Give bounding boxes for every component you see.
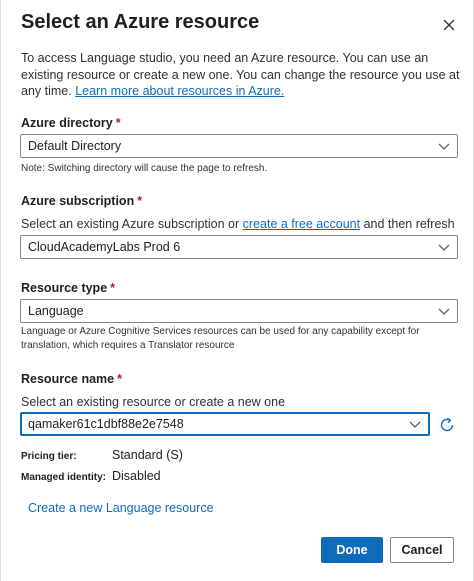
subscription-dropdown[interactable]: CloudAcademyLabs Prod 6	[20, 235, 458, 259]
resource-name-dropdown[interactable]: qamaker61c1dbf88e2e7548	[20, 412, 430, 436]
pricing-tier-value: Standard (S)	[112, 448, 183, 462]
pricing-tier-label: Pricing tier:	[21, 451, 77, 462]
resource-name-value: qamaker61c1dbf88e2e7548	[28, 417, 184, 431]
directory-value: Default Directory	[28, 139, 122, 153]
dialog-title: Select an Azure resource	[21, 11, 260, 33]
required-mark: *	[115, 116, 121, 130]
directory-dropdown[interactable]: Default Directory	[20, 134, 458, 158]
select-azure-resource-dialog: Select an Azure resource To access Langu…	[0, 0, 474, 581]
directory-note: Note: Switching directory will cause the…	[21, 163, 268, 174]
directory-label: Azure directory *	[21, 116, 121, 130]
refresh-icon	[440, 417, 454, 432]
resource-type-value: Language	[28, 304, 84, 318]
subscription-helper-suffix: and then refresh	[360, 217, 455, 231]
managed-identity-label: Managed identity:	[21, 472, 107, 483]
learn-more-link[interactable]: Learn more about resources in Azure.	[75, 84, 284, 98]
chevron-down-icon	[438, 308, 450, 315]
resource-type-label: Resource type *	[21, 281, 115, 295]
managed-identity-value: Disabled	[112, 469, 161, 483]
directory-label-text: Azure directory	[21, 116, 113, 130]
resource-type-label-text: Resource type	[21, 281, 108, 295]
required-mark: *	[110, 281, 116, 295]
intro-text: To access Language studio, you need an A…	[21, 50, 461, 100]
subscription-label: Azure subscription *	[21, 194, 142, 208]
close-icon	[443, 19, 455, 31]
subscription-helper-text: Select an existing Azure subscription or	[21, 217, 243, 231]
subscription-helper: Select an existing Azure subscription or…	[21, 217, 461, 231]
resource-name-label-text: Resource name	[21, 372, 115, 386]
refresh-button[interactable]	[436, 414, 458, 436]
resource-type-dropdown[interactable]: Language	[20, 299, 458, 323]
required-mark: *	[117, 372, 122, 386]
chevron-down-icon	[438, 244, 450, 251]
cancel-button[interactable]: Cancel	[390, 537, 454, 563]
resource-name-label: Resource name *	[21, 372, 122, 386]
resource-type-note: Language or Azure Cognitive Services res…	[21, 326, 420, 351]
done-button[interactable]: Done	[321, 537, 383, 563]
create-free-account-link[interactable]: create a free account	[243, 217, 360, 231]
chevron-down-icon	[409, 421, 421, 428]
create-language-resource-link[interactable]: Create a new Language resource	[28, 501, 214, 515]
chevron-down-icon	[438, 143, 450, 150]
subscription-label-text: Azure subscription	[21, 194, 135, 208]
resource-name-helper: Select an existing resource or create a …	[21, 395, 286, 409]
required-mark: *	[137, 194, 143, 208]
close-button[interactable]	[438, 14, 460, 36]
subscription-value: CloudAcademyLabs Prod 6	[28, 240, 181, 254]
